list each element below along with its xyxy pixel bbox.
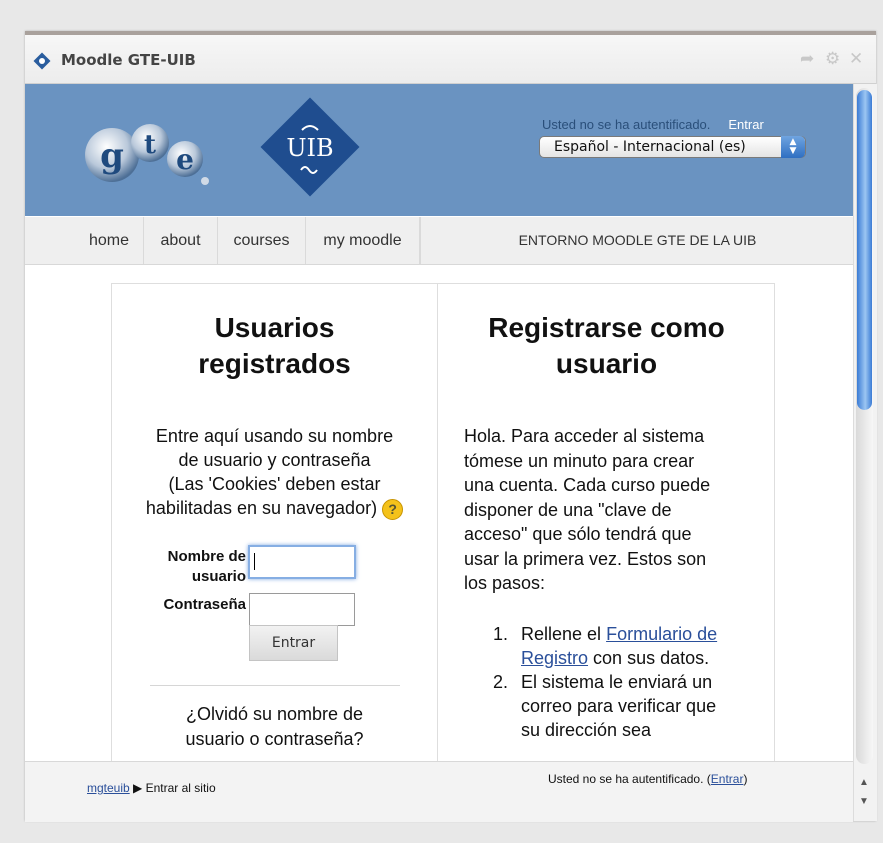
username-label: Nombre de usuario [167, 548, 246, 585]
signup-heading: Registrarse como usuario [488, 312, 725, 379]
username-input[interactable] [248, 545, 356, 579]
close-icon[interactable]: ✕ [849, 49, 863, 69]
main-nav: home about courses my moodle ENTORNO MOO… [25, 217, 853, 265]
browser-window: Moodle GTE-UIB ➦ ⚙ ✕ g t e UIB Usted no … [25, 31, 877, 822]
breadcrumb: mgteuib ▶ Entrar al sitio [87, 781, 216, 795]
step-number: 1. [493, 624, 509, 644]
nav-item-home[interactable]: home [75, 217, 144, 264]
scroll-thumb[interactable] [857, 90, 872, 410]
forgot-credentials-link[interactable]: ¿Olvidó su nombre de usuario o contraseñ… [112, 702, 437, 752]
nav-item-my-moodle[interactable]: my moodle [306, 217, 420, 264]
password-label: Contraseña [163, 596, 246, 613]
footer-login-link[interactable]: Entrar [711, 772, 744, 786]
login-column: Usuarios registrados Entre aquí usando s… [112, 284, 438, 761]
footer-auth-status: Usted no se ha autentificado. (Entrar) [548, 772, 748, 786]
window-titlebar: Moodle GTE-UIB ➦ ⚙ ✕ [25, 35, 876, 84]
svg-text:g: g [100, 136, 124, 176]
nav-item-about[interactable]: about [144, 217, 218, 264]
uib-logo[interactable]: UIB [257, 94, 363, 200]
signup-intro: Hola. Para acceder al sistema tómese un … [464, 426, 711, 593]
auth-status-text: Usted no se ha autentificado. [542, 117, 711, 132]
select-arrows-icon: ▲ ▼ [781, 136, 805, 158]
header-login-link[interactable]: Entrar [728, 117, 763, 132]
language-select-value: Español ‎- Internacional ‎(es)‎ [554, 139, 746, 155]
list-item: 2. El sistema le enviará un correo para … [493, 672, 717, 740]
nav-item-courses[interactable]: courses [218, 217, 306, 264]
step-number: 2. [493, 672, 509, 692]
auth-status-header: Usted no se ha autentificado. Entrar [542, 117, 764, 132]
page-content: Usuarios registrados Entre aquí usando s… [25, 265, 853, 761]
login-box: Usuarios registrados Entre aquí usando s… [111, 283, 775, 761]
login-submit-button[interactable]: Entrar [249, 625, 338, 661]
site-header-banner: g t e UIB Usted no se ha autentificado. E… [25, 84, 853, 216]
help-icon[interactable]: ? [382, 498, 404, 520]
password-input[interactable] [249, 593, 355, 626]
breadcrumb-current: Entrar al sitio [145, 781, 216, 795]
signup-steps: 1. Rellene el Formulario de Registro con … [464, 622, 764, 742]
svg-text:t: t [144, 130, 156, 160]
text-caret [254, 553, 255, 570]
window-title: Moodle GTE-UIB [61, 51, 196, 69]
page-footer: mgteuib ▶ Entrar al sitio Usted no se ha… [25, 761, 853, 822]
breadcrumb-home-link[interactable]: mgteuib [87, 781, 130, 795]
login-heading: Usuarios registrados [198, 312, 351, 379]
login-intro: Entre aquí usando su nombre de usuario y… [112, 424, 437, 520]
gear-icon[interactable]: ⚙ [825, 49, 840, 69]
svg-text:UIB: UIB [286, 134, 333, 162]
signup-column: Registrarse como usuario Hola. Para acce… [439, 284, 774, 761]
moodle-favicon-icon [33, 52, 51, 70]
gte-logo[interactable]: g t e [77, 107, 227, 187]
share-icon[interactable]: ➦ [800, 49, 814, 69]
svg-text:e: e [176, 143, 194, 176]
list-item: 1. Rellene el Formulario de Registro con … [493, 624, 718, 668]
scroll-down-icon[interactable]: ▼ [859, 796, 869, 807]
breadcrumb-separator-icon: ▶ [133, 781, 143, 795]
vertical-scrollbar[interactable]: ▲ ▼ [853, 84, 877, 821]
divider [150, 685, 400, 686]
site-title: ENTORNO MOODLE GTE DE LA UIB [420, 217, 854, 264]
language-select[interactable]: Español ‎- Internacional ‎(es)‎ ▲ ▼ [539, 136, 806, 158]
scroll-up-icon[interactable]: ▲ [859, 777, 869, 788]
